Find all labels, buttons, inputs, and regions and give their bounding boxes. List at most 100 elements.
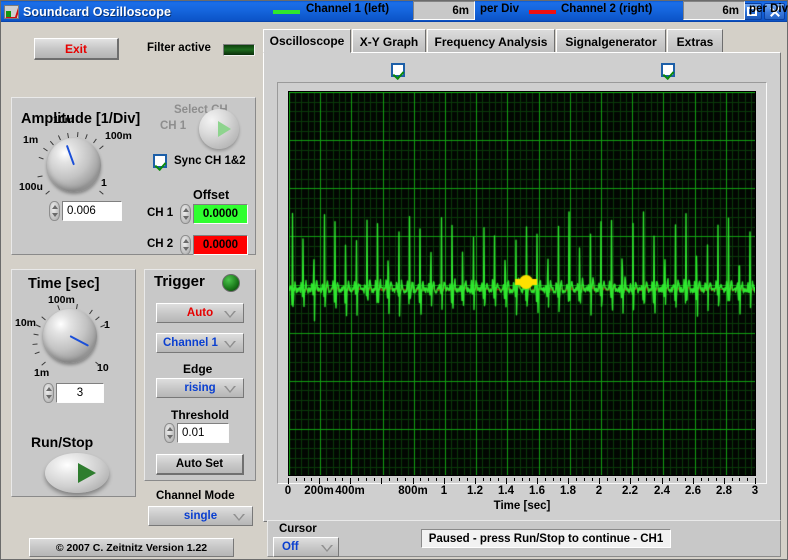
offset-ch2-value[interactable]: 0.0000 — [193, 235, 248, 255]
filter-active-led[interactable] — [223, 44, 255, 56]
spinner-up-icon — [52, 205, 58, 209]
amplitude-value-field[interactable]: 0.006 — [62, 201, 122, 221]
x-axis-tick-label: 1 — [440, 485, 448, 497]
channel-1-enable-checkbox[interactable] — [391, 63, 405, 77]
select-ch-pointer-icon — [218, 121, 231, 137]
x-axis-major-tick — [506, 478, 507, 484]
x-axis-minor-tick — [405, 478, 406, 481]
spinner-down-icon — [167, 435, 173, 439]
amplitude-tick-label-1: 1 — [101, 177, 107, 189]
x-axis-major-tick — [319, 478, 320, 484]
x-axis-tick-label: 200m — [304, 485, 334, 497]
x-axis-major-tick — [288, 478, 289, 484]
select-ch-knob[interactable] — [199, 109, 239, 149]
time-knob[interactable] — [43, 309, 97, 363]
x-axis-minor-tick — [607, 478, 608, 481]
x-axis-major-tick — [662, 478, 663, 484]
amplitude-knob[interactable] — [47, 138, 101, 192]
x-axis-major-tick — [413, 478, 414, 484]
time-tick-label-10m: 10m — [15, 317, 37, 329]
x-axis-minor-tick — [389, 478, 390, 481]
offset-ch1-value[interactable]: 0.0000 — [193, 204, 248, 224]
x-axis-tick-label: 800m — [398, 485, 428, 497]
chevron-down-icon — [224, 341, 236, 348]
spinner-down-icon — [183, 216, 189, 220]
time-tick-label-1m: 1m — [34, 367, 50, 379]
x-axis-major-tick — [350, 478, 351, 484]
tab-strip: Oscilloscope X-Y Graph Frequency Analysi… — [263, 29, 781, 53]
x-axis-minor-tick — [451, 478, 452, 481]
x-axis-minor-tick — [685, 478, 686, 481]
x-axis-tick-label: 3 — [751, 485, 759, 497]
tab-xy-graph[interactable]: X-Y Graph — [352, 29, 426, 53]
trigger-source-dropdown[interactable]: Channel 1 — [156, 333, 244, 353]
offset-title: Offset — [193, 188, 230, 202]
tab-oscilloscope[interactable]: Oscilloscope — [263, 29, 351, 53]
channel-2-color-swatch — [529, 10, 556, 14]
x-axis-minor-tick — [304, 478, 305, 481]
channel-1-per-div-field[interactable]: 6m — [413, 1, 475, 20]
x-axis-minor-tick — [739, 478, 740, 481]
waveform-canvas — [289, 92, 755, 475]
channel-mode-dropdown[interactable]: single — [148, 506, 253, 526]
tab-extras[interactable]: Extras — [667, 29, 723, 53]
x-axis-minor-tick — [374, 478, 375, 481]
threshold-value-field[interactable]: 0.01 — [177, 423, 229, 443]
spinner-up-icon — [167, 427, 173, 431]
amplitude-spinner[interactable] — [49, 201, 60, 221]
offset-ch1-spinner[interactable] — [180, 204, 191, 224]
filter-active-label: Filter active — [147, 42, 211, 54]
amplitude-tick-label-100m: 100m — [105, 130, 132, 142]
offset-ch2-spinner[interactable] — [180, 235, 191, 255]
run-stop-button[interactable] — [45, 453, 109, 493]
channel-1-color-swatch — [273, 10, 300, 14]
time-title: Time [sec] — [28, 276, 100, 292]
application-window: Soundcard Oszilloscope Exit Filter activ… — [0, 0, 788, 560]
time-spinner[interactable] — [43, 383, 54, 403]
x-axis-minor-tick — [296, 478, 297, 481]
x-axis-minor-tick — [701, 478, 702, 481]
spinner-down-icon — [46, 395, 52, 399]
time-value-field[interactable]: 3 — [56, 383, 104, 403]
trigger-mode-value: Auto — [186, 307, 214, 319]
channel-2-per-div-label: per Div — [749, 3, 788, 15]
threshold-spinner[interactable] — [164, 423, 175, 443]
spinner-up-icon — [183, 239, 189, 243]
x-axis-minor-tick — [560, 478, 561, 481]
x-axis-tick-label: 1.6 — [529, 485, 545, 497]
channel-2-enable-checkbox[interactable] — [661, 63, 675, 77]
trigger-threshold-label: Threshold — [171, 408, 230, 422]
x-axis-tick-label: 2 — [595, 485, 603, 497]
trigger-mode-dropdown[interactable]: Auto — [156, 303, 244, 323]
x-axis-minor-tick — [576, 478, 577, 481]
cursor-label: Cursor — [279, 523, 317, 535]
x-axis-major-tick — [693, 478, 694, 484]
trigger-edge-dropdown[interactable]: rising — [156, 378, 244, 398]
x-axis-minor-tick — [584, 478, 585, 481]
auto-set-button[interactable]: Auto Set — [156, 454, 244, 475]
x-axis-major-tick — [444, 478, 445, 484]
spinner-down-icon — [183, 247, 189, 251]
sync-channels-checkbox[interactable] — [153, 154, 167, 168]
x-axis-minor-tick — [428, 478, 429, 481]
channel-1-label: Channel 1 (left) — [306, 3, 390, 15]
exit-button[interactable]: Exit — [34, 38, 119, 60]
channel-mode-value: single — [183, 510, 218, 522]
tab-signalgenerator[interactable]: Signalgenerator — [556, 29, 666, 53]
run-stop-label: Run/Stop — [31, 434, 94, 450]
cursor-dropdown[interactable]: Off — [273, 537, 339, 557]
channel-2-per-div-field[interactable]: 6m — [683, 1, 745, 20]
time-tick-label-100m: 100m — [48, 294, 75, 306]
spinner-down-icon — [52, 213, 58, 217]
x-axis-minor-tick — [490, 478, 491, 481]
x-axis-major-tick — [755, 478, 756, 484]
x-axis-minor-tick — [545, 478, 546, 481]
x-axis-minor-tick — [498, 478, 499, 481]
x-axis-minor-tick — [311, 478, 312, 481]
trigger-source-value: Channel 1 — [163, 337, 218, 349]
chevron-down-icon — [224, 386, 236, 393]
oscilloscope-plot[interactable] — [288, 91, 756, 476]
app-icon — [4, 4, 19, 19]
x-axis-minor-tick — [646, 478, 647, 481]
tab-frequency-analysis[interactable]: Frequency Analysis — [427, 29, 555, 53]
